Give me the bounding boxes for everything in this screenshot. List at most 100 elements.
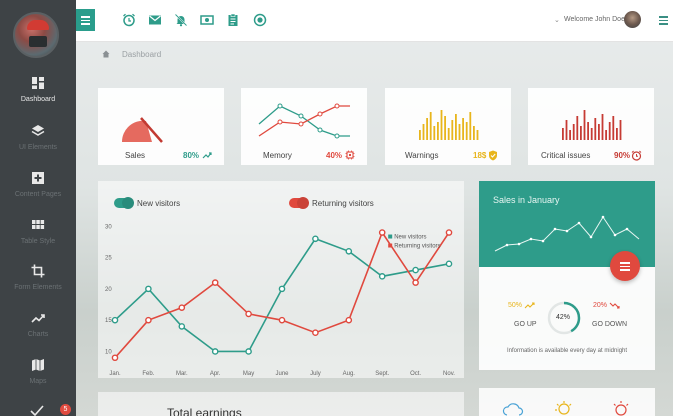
card-warnings[interactable]: Warnings 18$ <box>385 88 511 165</box>
home-icon[interactable] <box>102 50 110 58</box>
data-point[interactable] <box>178 304 186 311</box>
data-point[interactable] <box>445 229 453 236</box>
money-icon[interactable] <box>200 13 214 27</box>
go-down-label: GO DOWN <box>592 321 627 328</box>
layers-icon <box>31 125 45 136</box>
card-critical-issues[interactable]: Critical issues 90% <box>528 88 654 165</box>
earnings-panel <box>98 392 464 416</box>
data-point[interactable] <box>111 354 119 362</box>
data-point[interactable] <box>345 248 353 255</box>
data-point[interactable] <box>312 235 319 243</box>
sparkline-bar <box>469 112 472 140</box>
y-tick-label: 30 <box>105 224 112 230</box>
inner-legend-swatch <box>388 243 393 248</box>
welcome-text[interactable]: Welcome John Doe <box>564 16 625 23</box>
x-tick-label: Sept. <box>375 371 389 377</box>
sidebar-item-label: Form Elements <box>14 284 62 291</box>
data-point[interactable] <box>245 310 252 318</box>
sales-sparkline <box>494 215 640 252</box>
sparkline-bar <box>422 124 425 140</box>
sparkline-bar <box>587 122 589 140</box>
data-point[interactable] <box>211 279 219 286</box>
warnings-bar-sparkline <box>419 110 479 140</box>
card-name: Sales <box>125 151 146 160</box>
sparkline-bar <box>562 128 564 140</box>
data-point[interactable] <box>445 260 453 268</box>
shield-icon <box>489 150 497 161</box>
sidebar-item-table-style[interactable]: Table Style <box>0 218 76 258</box>
radio-icon[interactable] <box>253 13 267 27</box>
sales-january-panel: Sales in January 50% GO UP 42% 20% GO DO… <box>479 181 655 370</box>
sparkline-bar <box>455 114 457 140</box>
trending-up-icon <box>202 152 212 159</box>
new-visitors-toggle[interactable] <box>114 198 133 208</box>
data-point[interactable] <box>412 279 419 286</box>
notification-badge: 5 <box>60 404 71 415</box>
data-point[interactable] <box>412 266 419 274</box>
data-point[interactable] <box>278 316 286 324</box>
x-tick-label: Aug. <box>343 371 356 377</box>
map-icon <box>32 359 44 371</box>
returning-visitors-toggle[interactable] <box>289 198 308 208</box>
sparkline-bar <box>594 118 597 140</box>
total-earnings-title: Total earnings <box>167 406 242 416</box>
sidebar-item-charts[interactable]: Charts <box>0 311 76 351</box>
sparkline-bar <box>437 122 439 140</box>
data-point[interactable] <box>111 316 119 324</box>
x-tick-label: Jan. <box>109 371 121 377</box>
sidebar-item-label: Dashboard <box>20 96 56 103</box>
sparkline-bar <box>590 128 593 140</box>
series-line <box>114 237 450 353</box>
critical-bar-sparkline <box>562 110 622 140</box>
card-name: Critical issues <box>541 151 591 160</box>
trending-up-icon <box>524 302 535 309</box>
data-point[interactable] <box>178 323 186 330</box>
sidebar-item-dashboard[interactable]: Dashboard <box>0 76 76 116</box>
user-avatar[interactable] <box>624 11 641 28</box>
mail-icon[interactable] <box>148 13 162 27</box>
card-value: 18$ <box>473 151 487 160</box>
sparkline-bar <box>616 128 618 140</box>
data-point[interactable] <box>345 316 353 324</box>
menu-toggle-button[interactable] <box>76 9 95 31</box>
sidebar-item-form-elements[interactable]: Form Elements <box>0 264 76 304</box>
go-up-value: 50% <box>508 302 523 309</box>
sparkline-bar <box>605 130 607 140</box>
sidebar-item-maps[interactable]: Maps <box>0 358 76 398</box>
sales-menu-button[interactable] <box>610 251 640 281</box>
sidebar-item-content-pages[interactable]: Content Pages <box>0 171 76 211</box>
grid-icon <box>32 220 45 229</box>
data-point[interactable] <box>145 316 152 324</box>
alarm-icon[interactable] <box>122 13 136 27</box>
series-line <box>114 230 450 359</box>
avatar[interactable] <box>13 12 59 58</box>
sparkline-bar <box>473 126 475 140</box>
data-point[interactable] <box>211 348 219 355</box>
y-tick-label: 10 <box>105 349 112 355</box>
sparkline-bar <box>419 130 421 140</box>
data-point[interactable] <box>378 273 386 280</box>
bell-off-icon[interactable] <box>174 13 188 27</box>
clipboard-icon[interactable] <box>226 13 240 27</box>
sparkline-bar <box>598 124 600 140</box>
data-point[interactable] <box>312 329 319 336</box>
visitors-line-chart: 10 15 20 25 30 Jan. Feb. Mar. Apr. May June July Aug… <box>105 224 455 377</box>
breadcrumb[interactable]: Dashboard <box>122 50 161 59</box>
card-sales[interactable]: Sales 80% <box>98 88 224 165</box>
chevron-down-icon[interactable]: ⌄ <box>554 16 560 24</box>
sparkline-bar <box>447 128 450 140</box>
sparkline-bar <box>476 130 479 140</box>
data-point[interactable] <box>278 285 286 293</box>
data-point[interactable] <box>145 285 152 293</box>
y-tick-label: 25 <box>105 256 112 262</box>
sparkline-bar <box>444 116 446 140</box>
check-icon[interactable] <box>30 404 44 416</box>
data-point[interactable] <box>378 229 386 236</box>
data-point[interactable] <box>245 348 252 355</box>
sidebar-item-label: UI Elements <box>18 144 58 151</box>
card-memory[interactable]: Memory 40% <box>241 88 367 165</box>
sparkline-bar <box>433 126 436 140</box>
go-up-label: GO UP <box>514 321 537 328</box>
sidebar-item-ui-elements[interactable]: UI Elements <box>0 124 76 164</box>
card-value: 90% <box>614 151 631 160</box>
